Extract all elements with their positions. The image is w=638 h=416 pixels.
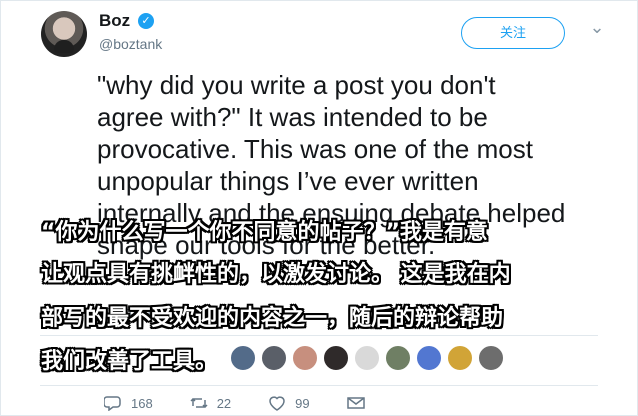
tweet-card: Boz ✓ @boztank 关注 ⌄ "why did you write a… [0,0,638,416]
liker-avatar[interactable] [478,345,504,371]
subtitle-line-4: 我们改善了工具。 [41,349,218,374]
author-handle[interactable]: @boztank [99,36,162,52]
subtitle-line-3: 部写的最不受欢迎的内容之一，随后的辩论帮助 [41,306,504,331]
profile-avatar[interactable] [41,11,87,57]
liker-avatar[interactable] [416,345,442,371]
message-button[interactable] [346,394,374,412]
like-button[interactable]: 99 [267,394,310,412]
tweet-line-2: agree with?" It was intended to be [97,102,488,132]
subtitle-line-1: “你为什么写一个你不同意的帖子？”我是有意 [41,220,488,245]
liker-avatar[interactable] [447,345,473,371]
retweet-button[interactable]: 22 [189,394,231,412]
liker-avatar[interactable] [354,345,380,371]
tweet-line-1: "why did you write a post you don't [97,70,496,100]
reply-count: 168 [131,395,153,411]
retweet-count: 22 [216,395,232,411]
liker-avatar[interactable] [292,345,318,371]
divider [40,385,598,386]
tweet-line-3: provocative. This was one of the most [97,134,533,164]
divider [40,335,598,336]
follow-button[interactable]: 关注 [461,17,565,49]
liker-avatar[interactable] [230,345,256,371]
liker-avatar[interactable] [385,345,411,371]
like-count: 99 [295,395,310,411]
subtitle-line-2: 让观点具有挑衅性的，以激发讨论。 这是我在内 [41,262,511,287]
liker-avatar[interactable] [323,345,349,371]
reply-button[interactable]: 168 [103,394,153,412]
chevron-down-icon[interactable]: ⌄ [587,18,607,38]
tweet-line-4: unpopular things I’ve ever written [97,166,479,196]
heart-icon [267,394,287,412]
retweet-icon [189,394,209,412]
reply-icon [103,394,123,412]
liker-avatars [230,345,504,373]
verified-badge-icon: ✓ [138,13,154,29]
mail-icon [346,394,366,412]
author-name[interactable]: Boz [99,11,130,31]
tweet-actions: 168 22 99 [103,394,410,412]
liker-avatar[interactable] [261,345,287,371]
